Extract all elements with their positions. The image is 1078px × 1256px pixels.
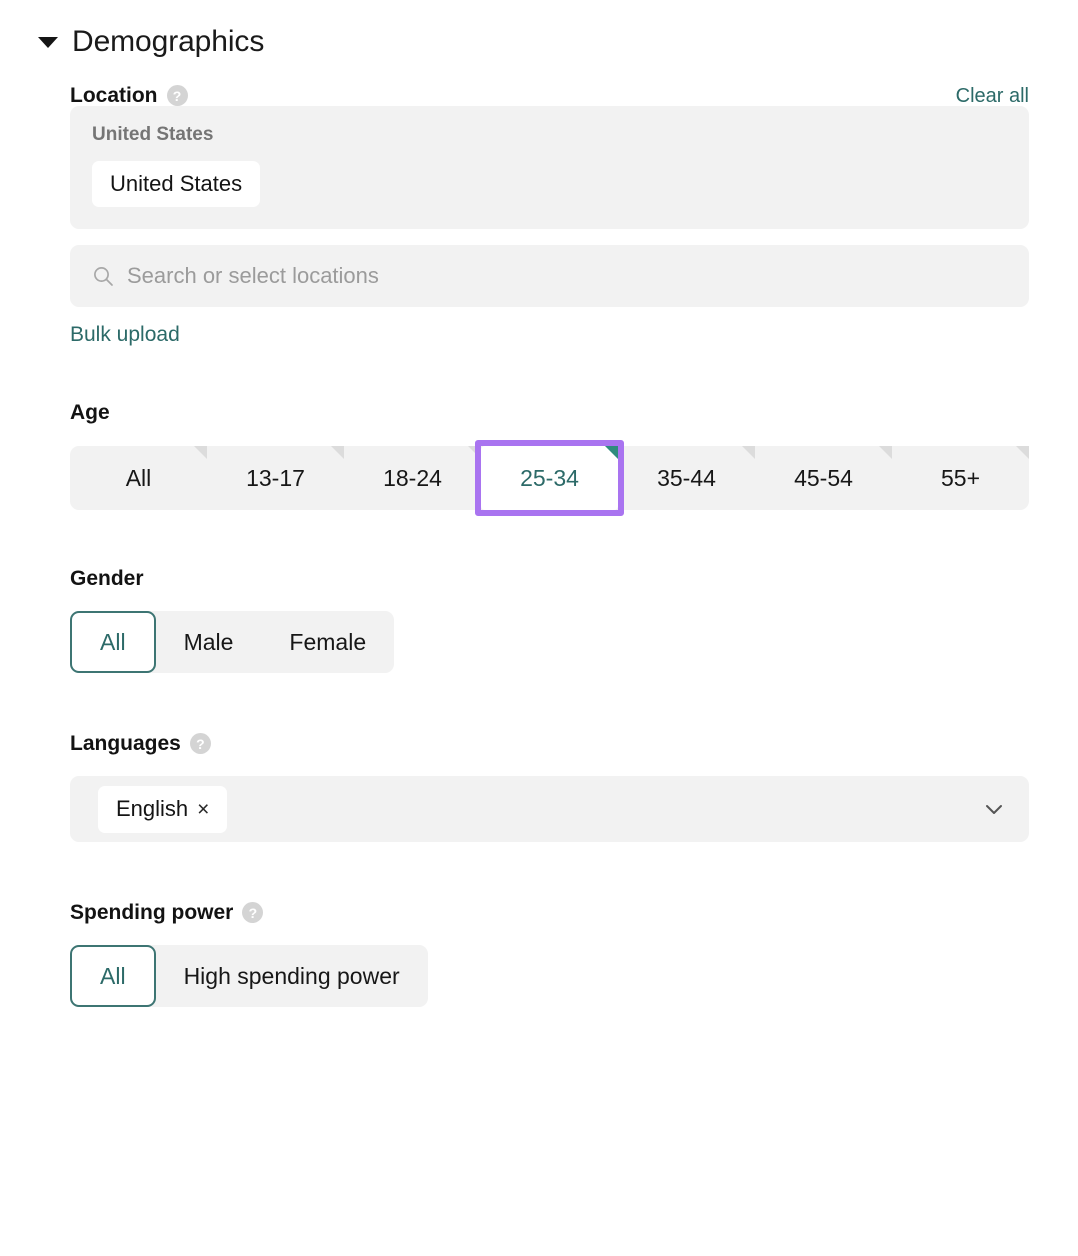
- location-selected-chips-box: United States United States: [70, 106, 1029, 229]
- age-option-label: 18-24: [383, 467, 442, 490]
- age-option-label: All: [126, 467, 152, 490]
- gender-option-female[interactable]: Female: [261, 611, 394, 673]
- age-option-25-34[interactable]: 25-34: [481, 446, 618, 510]
- age-label: Age: [70, 402, 110, 423]
- spending-power-label-wrap: Spending power ?: [70, 902, 1029, 923]
- spending-power-field-group: Spending power ? All High spending power: [70, 902, 1029, 1007]
- age-option-18-24[interactable]: 18-24: [344, 446, 481, 510]
- help-circle-icon[interactable]: ?: [190, 733, 211, 754]
- location-chip-row: United States: [92, 161, 1007, 207]
- location-search-placeholder: Search or select locations: [127, 265, 379, 287]
- age-segmented-control: All 13-17 18-24 25-34 35-44 45-54 55+: [70, 446, 1029, 510]
- language-chip[interactable]: English ×: [98, 786, 227, 832]
- age-option-13-17[interactable]: 13-17: [207, 446, 344, 510]
- languages-label: Languages: [70, 733, 181, 754]
- age-label-wrap: Age: [70, 402, 1029, 423]
- corner-marker-icon: [194, 446, 207, 459]
- help-circle-icon[interactable]: ?: [167, 85, 188, 106]
- search-icon: [92, 265, 114, 287]
- caret-down-icon[interactable]: [38, 37, 58, 48]
- gender-pill-group: All Male Female: [70, 611, 394, 673]
- languages-select-field[interactable]: English ×: [70, 776, 1029, 842]
- corner-marker-icon: [879, 446, 892, 459]
- spending-power-option-label: High spending power: [184, 965, 400, 988]
- gender-label-wrap: Gender: [70, 568, 1029, 589]
- chevron-down-icon[interactable]: [981, 796, 1007, 822]
- age-option-35-44[interactable]: 35-44: [618, 446, 755, 510]
- clear-all-link[interactable]: Clear all: [956, 86, 1029, 106]
- location-label: Location: [70, 85, 158, 106]
- language-chip-label: English: [116, 796, 188, 822]
- gender-option-label: All: [100, 631, 126, 654]
- close-icon[interactable]: ×: [197, 799, 209, 820]
- gender-field-group: Gender All Male Female: [70, 568, 1029, 673]
- gender-option-label: Male: [184, 631, 234, 654]
- help-circle-icon[interactable]: ?: [242, 902, 263, 923]
- age-option-label: 13-17: [246, 467, 305, 490]
- spending-power-option-label: All: [100, 965, 126, 988]
- corner-marker-icon: [1016, 446, 1029, 459]
- location-group-label: United States: [92, 125, 1007, 144]
- gender-option-label: Female: [289, 631, 366, 654]
- age-option-label: 55+: [941, 467, 980, 490]
- spending-power-label: Spending power: [70, 902, 233, 923]
- gender-option-all[interactable]: All: [70, 611, 156, 673]
- age-field-group: Age All 13-17 18-24 25-34 35-44 45-54 55+: [70, 402, 1029, 510]
- gender-option-male[interactable]: Male: [156, 611, 262, 673]
- spending-power-option-high-spending-power[interactable]: High spending power: [156, 945, 428, 1007]
- location-search-box[interactable]: Search or select locations: [70, 245, 1029, 307]
- languages-field-group: Languages ? English ×: [70, 733, 1029, 842]
- age-option-label: 45-54: [794, 467, 853, 490]
- corner-marker-icon: [742, 446, 755, 459]
- age-option-label: 35-44: [657, 467, 716, 490]
- gender-label: Gender: [70, 568, 144, 589]
- corner-marker-icon: [468, 446, 481, 459]
- demographics-section-header[interactable]: Demographics: [0, 0, 1078, 57]
- languages-label-wrap: Languages ?: [70, 733, 1029, 754]
- demographics-content: Location ? Clear all United States Unite…: [0, 85, 1078, 1007]
- location-chip[interactable]: United States: [92, 161, 260, 207]
- location-label-wrap: Location ?: [70, 85, 188, 106]
- corner-marker-icon: [331, 446, 344, 459]
- location-label-row: Location ? Clear all: [70, 85, 1029, 106]
- spending-power-option-all[interactable]: All: [70, 945, 156, 1007]
- bulk-upload-link[interactable]: Bulk upload: [70, 324, 180, 345]
- age-option-all[interactable]: All: [70, 446, 207, 510]
- page-title: Demographics: [72, 27, 264, 57]
- location-field-group: Location ? Clear all United States Unite…: [70, 85, 1029, 346]
- spending-power-pill-group: All High spending power: [70, 945, 428, 1007]
- corner-marker-icon: [605, 446, 618, 459]
- age-option-45-54[interactable]: 45-54: [755, 446, 892, 510]
- age-option-label: 25-34: [520, 467, 579, 490]
- age-option-55plus[interactable]: 55+: [892, 446, 1029, 510]
